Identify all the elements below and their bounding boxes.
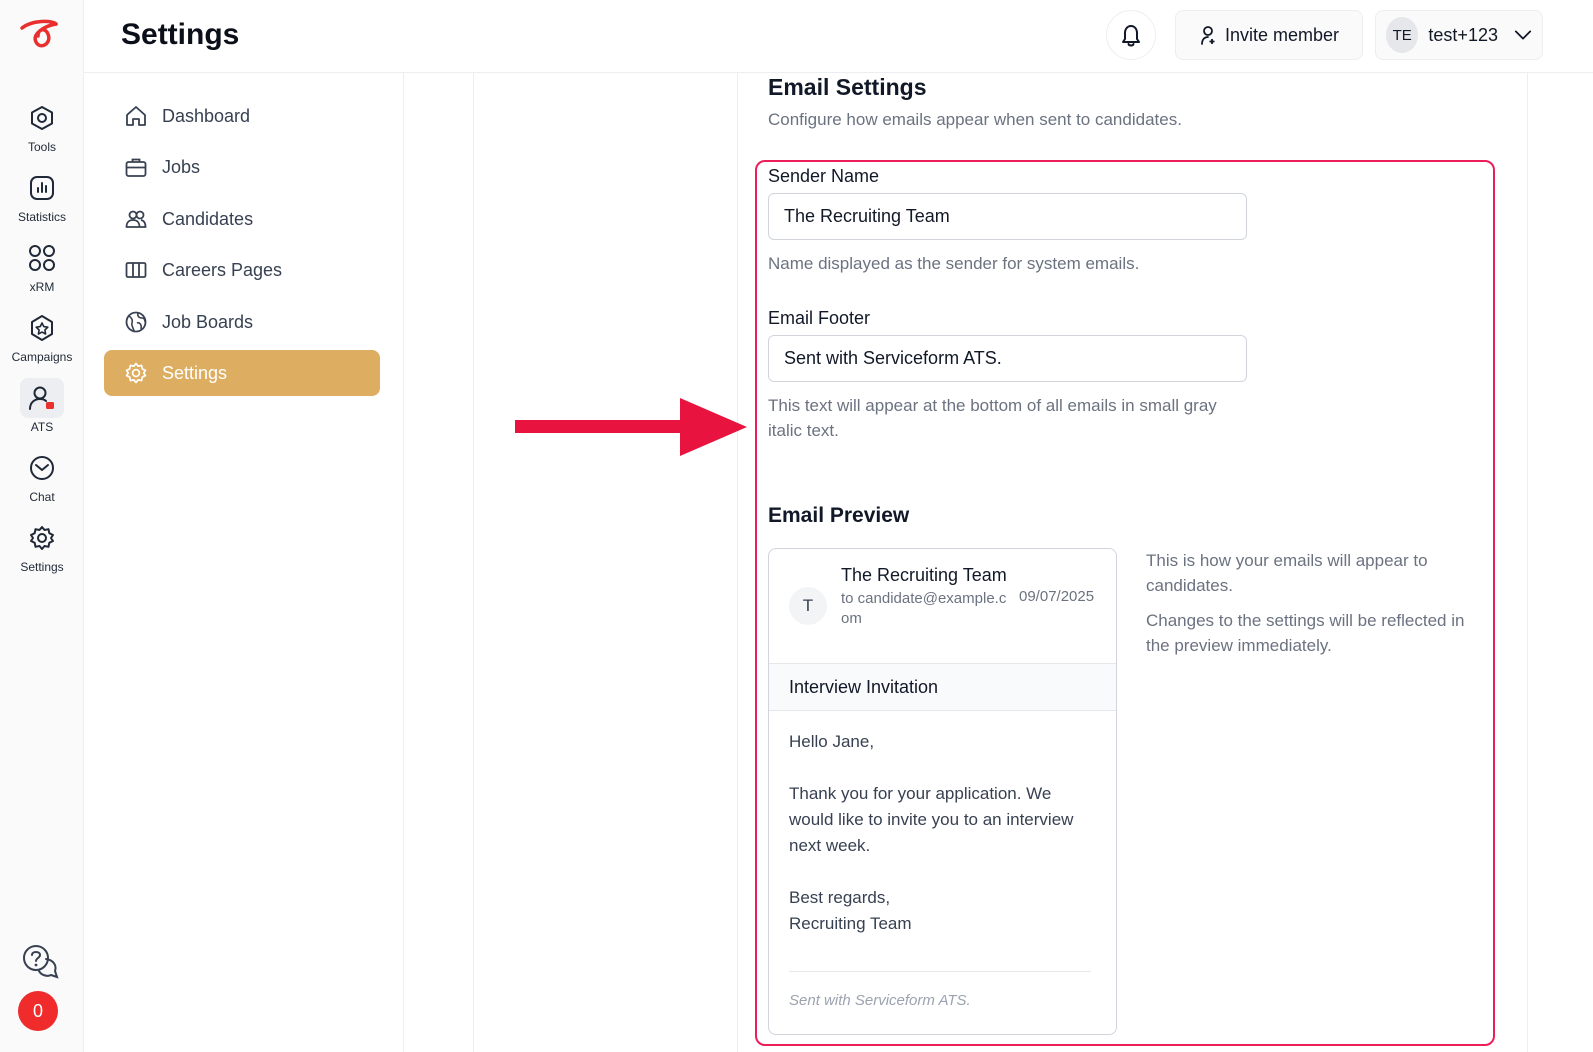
email-preview-signoff: Best regards, <box>789 888 891 907</box>
notifications-button[interactable] <box>1106 10 1156 60</box>
rail-label: Campaigns <box>11 350 73 364</box>
sidebar-item-settings[interactable]: Settings <box>104 350 380 396</box>
statistics-icon <box>20 168 64 208</box>
invite-member-label: Invite member <box>1224 24 1340 45</box>
rail-item-xrm[interactable]: xRM <box>0 238 84 304</box>
email-preview-date: 09/07/2025 <box>1019 588 1095 605</box>
email-preview-greeting: Hello Jane, <box>789 732 875 751</box>
rail-item-tools[interactable]: Tools <box>0 98 84 164</box>
globe-icon <box>125 311 147 333</box>
email-preview-title: Email Preview <box>768 504 910 527</box>
settings-icon <box>20 518 64 558</box>
user-menu-button[interactable]: TE test+123 <box>1375 10 1543 60</box>
icon-rail: Tools Statistics xRM Campaigns ATS Chat <box>0 0 84 1052</box>
top-header: Settings Invite member TE test+123 <box>84 0 1593 73</box>
settings-sidebar: Dashboard Jobs Candidates Careers Pages … <box>84 73 404 1052</box>
sidebar-item-label: Careers Pages <box>162 259 283 280</box>
sender-name-label: Sender Name <box>768 166 880 186</box>
invite-member-button[interactable]: Invite member <box>1175 10 1363 60</box>
sidebar-item-job-boards[interactable]: Job Boards <box>104 299 380 345</box>
annotation-arrow-icon <box>515 398 747 456</box>
email-preview-header: T The Recruiting Team to candidate@examp… <box>769 549 1116 664</box>
tools-icon <box>20 98 64 138</box>
email-footer-help: This text will appear at the bottom of a… <box>768 396 1217 440</box>
rail-label: ATS <box>30 420 54 434</box>
avatar: T <box>789 587 827 625</box>
rail-label: xRM <box>29 280 55 294</box>
email-preview-body: Hello Jane, Thank you for your applicati… <box>789 729 1099 937</box>
sidebar-item-label: Job Boards <box>162 311 254 332</box>
sidebar-item-candidates[interactable]: Candidates <box>104 196 380 242</box>
rail-item-settings[interactable]: Settings <box>0 518 84 584</box>
users-icon <box>125 210 147 228</box>
column-divider <box>737 73 738 1052</box>
rail-item-statistics[interactable]: Statistics <box>0 168 84 234</box>
home-icon <box>126 106 146 126</box>
sidebar-item-label: Jobs <box>162 156 201 177</box>
rail-label: Tools <box>27 140 56 154</box>
email-preview-subject: Interview Invitation <box>769 664 1116 711</box>
email-footer-input[interactable] <box>768 335 1247 382</box>
sidebar-item-dashboard[interactable]: Dashboard <box>104 93 380 139</box>
gear-icon <box>125 362 147 384</box>
email-preview-to: to candidate@example.com <box>841 590 1007 627</box>
bell-icon <box>1122 25 1140 47</box>
email-preview-signature: Recruiting Team <box>789 914 912 933</box>
campaigns-icon <box>20 308 64 348</box>
briefcase-icon <box>125 158 147 177</box>
page-title: Settings <box>121 18 240 51</box>
email-footer-label: Email Footer <box>768 308 871 328</box>
columns-icon <box>125 262 147 278</box>
rail-item-ats[interactable]: ATS <box>0 378 84 444</box>
preview-note-live-update: Changes to the settings will be reflecte… <box>1146 611 1465 655</box>
sidebar-item-label: Candidates <box>162 208 254 229</box>
sidebar-item-jobs[interactable]: Jobs <box>104 144 380 190</box>
rail-item-campaigns[interactable]: Campaigns <box>0 308 84 374</box>
column-divider <box>1527 73 1528 1052</box>
column-divider <box>473 73 474 1052</box>
avatar: TE <box>1386 17 1419 53</box>
ats-icon <box>20 378 64 418</box>
user-name: test+123 <box>1428 24 1498 45</box>
email-preview-card: T The Recruiting Team to candidate@examp… <box>768 548 1117 1035</box>
chevron-down-icon <box>1514 30 1532 40</box>
help-chat-icon[interactable] <box>20 942 60 982</box>
rail-label: Statistics <box>17 210 66 224</box>
xrm-icon <box>20 238 64 278</box>
rail-label: Settings <box>20 560 64 574</box>
email-settings-title: Email Settings <box>768 74 927 100</box>
preview-note-appearance: This is how your emails will appear to c… <box>1146 551 1428 595</box>
sidebar-item-label: Dashboard <box>162 105 251 126</box>
email-settings-description: Configure how emails appear when sent to… <box>768 110 1182 129</box>
email-preview-divider <box>789 971 1091 972</box>
chat-icon <box>20 448 64 488</box>
brand-logo-icon[interactable] <box>18 18 62 52</box>
email-preview-from: The Recruiting Team <box>841 565 1007 585</box>
rail-item-chat[interactable]: Chat <box>0 448 84 514</box>
email-preview-footer: Sent with Serviceform ATS. <box>789 992 971 1009</box>
rail-label: Chat <box>29 490 55 504</box>
email-preview-message: Thank you for your application. We would… <box>789 784 1074 855</box>
notification-count-badge[interactable]: 0 <box>18 991 58 1031</box>
sender-name-input[interactable] <box>768 193 1247 240</box>
sidebar-item-label: Settings <box>162 362 228 383</box>
sender-name-help: Name displayed as the sender for system … <box>768 254 1140 273</box>
user-add-icon <box>1201 26 1215 45</box>
sidebar-item-careers-pages[interactable]: Careers Pages <box>104 247 380 293</box>
